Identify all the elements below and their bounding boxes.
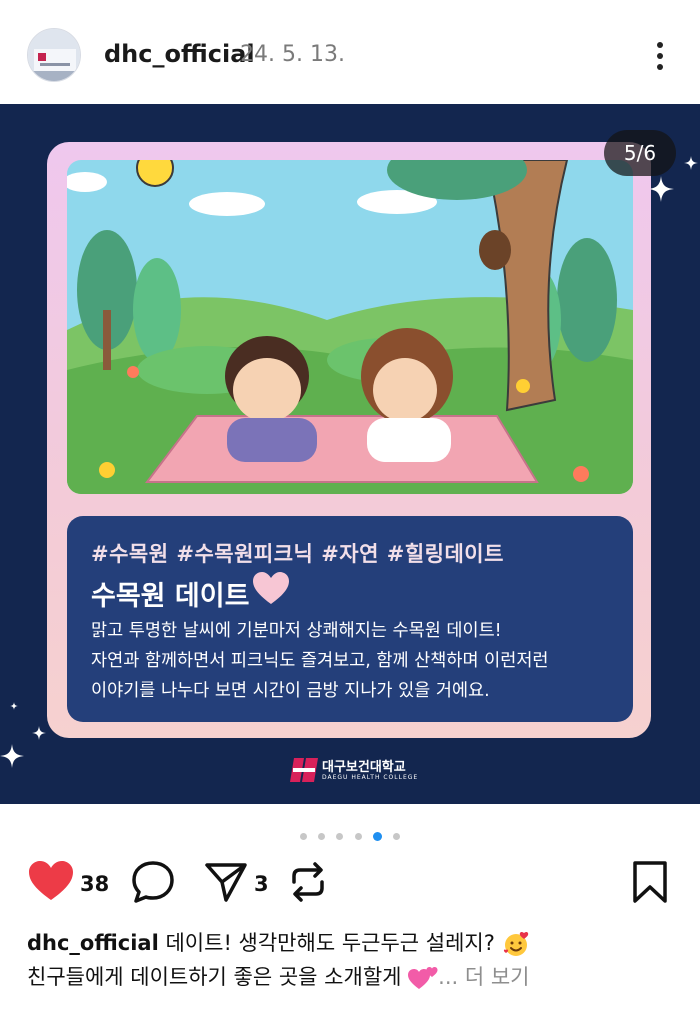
card-hashtags: #수목원 #수목원피크닉 #자연 #힐링데이트 [91,542,504,566]
two-hearts-icon [408,967,438,989]
carousel-dot[interactable] [354,833,362,840]
action-bar: 38 3 [0,852,700,916]
sparkle-icon [648,176,674,202]
college-subtitle: DAEGU HEALTH COLLEGE [322,774,419,781]
card-body: 맑고 투명한 날씨에 기분마저 상쾌해지는 수목원 데이트! 자연과 함께하면서… [91,616,621,706]
sparkle-icon [684,156,698,170]
carousel-dot[interactable] [318,833,326,840]
card-textbox: #수목원 #수목원피크닉 #자연 #힐링데이트 수목원 데이트 맑고 투명한 날… [67,516,633,722]
heart-icon[interactable] [28,860,74,902]
carousel-dots [0,826,700,841]
post-caption: dhc_official 데이트! 생각만해도 두근두근 설레지? 친구들에게 … [27,926,677,994]
more-options-button[interactable] [640,36,680,76]
bookmark-icon[interactable] [630,860,670,904]
post-card: #수목원 #수목원피크닉 #자연 #힐링데이트 수목원 데이트 맑고 투명한 날… [47,142,651,738]
profile-avatar[interactable] [27,28,81,82]
post-date: 24. 5. 13. [240,42,345,67]
caption-text: 친구들에게 데이트하기 좋은 곳을 소개할게 [27,965,402,989]
card-body-line: 맑고 투명한 날씨에 기분마저 상쾌해지는 수목원 데이트! [91,621,502,641]
college-logo: 대구보건대학교 DAEGU HEALTH COLLEGE [290,754,417,790]
college-logo-icon [290,758,318,782]
more-dot-icon [657,64,663,70]
avatar-image [28,29,80,81]
post-image[interactable]: #수목원 #수목원피크닉 #자연 #힐링데이트 수목원 데이트 맑고 투명한 날… [0,104,700,804]
picnic-scene-image [67,160,633,494]
repost-icon[interactable] [286,860,330,904]
carousel-dot[interactable] [392,833,400,840]
post-username[interactable]: dhc_official [104,40,255,68]
like-count[interactable]: 38 [80,872,109,896]
caption-line-2: 친구들에게 데이트하기 좋은 곳을 소개할게 ... 더 보기 [27,960,677,994]
card-title: 수목원 데이트 [91,581,250,612]
card-body-line: 자연과 함께하면서 피크닉도 즐겨보고, 함께 산책하며 이런저런 [91,651,549,671]
picnic-illustration [67,160,633,494]
comment-icon[interactable] [130,860,176,904]
card-body-line: 이야기를 나누다 보면 시간이 금방 지나가 있을 거에요. [91,681,490,701]
sparkle-icon [32,726,46,740]
smiling-face-with-hearts-icon [503,931,528,956]
see-more-link[interactable]: ... 더 보기 [438,965,529,989]
send-icon[interactable] [204,860,248,904]
post-header: dhc_official 24. 5. 13. [0,0,700,104]
carousel-counter: 5/6 [604,130,676,176]
caption-line-1: dhc_official 데이트! 생각만해도 두근두근 설레지? [27,926,677,960]
caption-username[interactable]: dhc_official [27,931,159,955]
sparkle-icon [10,702,18,710]
carousel-dot[interactable] [300,833,308,840]
sparkle-icon [0,744,24,768]
college-name: 대구보건대학교 [322,760,406,775]
carousel-dot[interactable] [336,833,344,840]
heart-decoration-icon [253,572,289,604]
share-count[interactable]: 3 [254,872,269,896]
more-dot-icon [657,53,663,59]
caption-text: 데이트! 생각만해도 두근두근 설레지? [165,931,495,955]
carousel-dot-active[interactable] [372,832,382,841]
more-dot-icon [657,42,663,48]
